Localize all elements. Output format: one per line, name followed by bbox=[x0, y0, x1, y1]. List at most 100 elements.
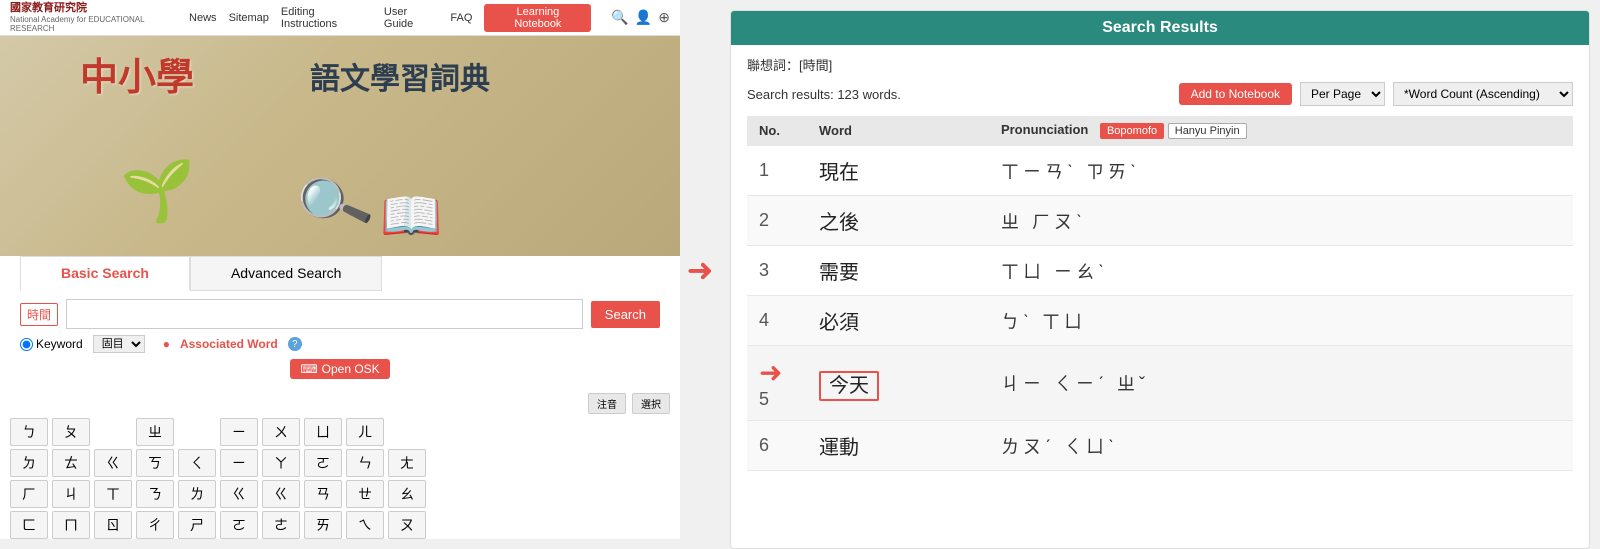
cell-no: 4 bbox=[747, 296, 807, 346]
key-l[interactable]: ㄌ bbox=[178, 480, 216, 508]
nav-userguide[interactable]: User Guide bbox=[384, 6, 438, 30]
key-a[interactable]: ㄚ bbox=[262, 449, 300, 477]
hero-title-dark: 語文學習詞典 bbox=[310, 54, 490, 98]
tab-advanced[interactable]: Advanced Search bbox=[190, 256, 383, 291]
key-ai[interactable]: ㄞ bbox=[304, 511, 342, 539]
table-row[interactable]: 6運動ㄌㄡˊ ㄑㄩˋ bbox=[747, 421, 1573, 471]
table-row[interactable]: 1現在ㄒㄧㄢˋ ㄗㄞˋ bbox=[747, 146, 1573, 196]
learning-notebook-btn[interactable]: Learning Notebook bbox=[484, 4, 591, 32]
cell-word[interactable]: 之後 bbox=[807, 196, 989, 246]
key-e2[interactable]: ㄜ bbox=[262, 511, 300, 539]
hero-title-red: 中小學 bbox=[80, 46, 194, 101]
tab-basic[interactable]: Basic Search bbox=[20, 256, 190, 291]
search-button[interactable]: Search bbox=[591, 301, 660, 328]
search-area: Basic Search Advanced Search 時間 Search K… bbox=[0, 256, 680, 389]
nav-sitemap[interactable]: Sitemap bbox=[229, 12, 269, 24]
open-osk-btn[interactable]: ⌨ Open OSK bbox=[290, 359, 389, 379]
key-g[interactable]: ㄍ bbox=[94, 449, 132, 477]
key-en[interactable]: ㄣ bbox=[346, 449, 384, 477]
user-icon[interactable]: 👤 bbox=[635, 9, 652, 26]
key-empty-2 bbox=[178, 418, 216, 446]
keyboard-icon: ⌨ bbox=[300, 362, 317, 376]
table-row[interactable]: 4必須ㄅˋ ㄒㄩ bbox=[747, 296, 1573, 346]
key-yi2[interactable]: ㄧ bbox=[220, 449, 258, 477]
cell-pronunciation: ㄌㄡˊ ㄑㄩˋ bbox=[989, 421, 1573, 471]
cell-word[interactable]: 運動 bbox=[807, 421, 989, 471]
key-er[interactable]: ㄦ bbox=[346, 418, 384, 446]
key-j[interactable]: ㄐ bbox=[52, 480, 90, 508]
keyboard-area: 注音 選択 ㄅ ㄆ ㄓ ㄧ ㄨ ㄩ ㄦ ㄉ ㄊ ㄍ ㄎ ㄑ ㄧ ㄚ ㄛ ㄣ ㄤ bbox=[0, 389, 680, 539]
results-body: 聯想詞：[時間] Search results: 123 words. Add … bbox=[731, 45, 1589, 548]
key-m[interactable]: ㄇ bbox=[52, 511, 90, 539]
key-wu[interactable]: ㄨ bbox=[262, 418, 300, 446]
kbd-row-1: ㄅ ㄆ ㄓ ㄧ ㄨ ㄩ ㄦ bbox=[10, 418, 670, 446]
key-yi1[interactable]: ㄧ bbox=[220, 418, 258, 446]
key-k[interactable]: ㄎ bbox=[136, 449, 174, 477]
key-g3[interactable]: ㄍ bbox=[262, 480, 300, 508]
logo: 國家教育研究院 National Academy for EDUCATIONAL… bbox=[10, 2, 189, 33]
key-q[interactable]: ㄑ bbox=[178, 449, 216, 477]
search-input[interactable] bbox=[66, 299, 583, 329]
cell-pronunciation: ㄅˋ ㄒㄩ bbox=[989, 296, 1573, 346]
cell-word[interactable]: 今天 bbox=[807, 346, 989, 421]
keyword-select[interactable]: 固目 bbox=[93, 335, 145, 353]
key-b[interactable]: ㄅ bbox=[10, 418, 48, 446]
key-ch[interactable]: ㄔ bbox=[136, 511, 174, 539]
book-icon: 📖 bbox=[380, 187, 442, 246]
sort-select[interactable]: *Word Count (Ascending) bbox=[1393, 82, 1573, 106]
key-ao[interactable]: ㄠ bbox=[388, 480, 426, 508]
pinyin-btn[interactable]: Hanyu Pinyin bbox=[1168, 123, 1247, 139]
key-d[interactable]: ㄉ bbox=[10, 449, 48, 477]
key-ei[interactable]: ㄟ bbox=[346, 511, 384, 539]
row-arrow-icon: ➜ bbox=[759, 356, 782, 389]
key-x[interactable]: ㄒ bbox=[94, 480, 132, 508]
table-row[interactable]: 2之後ㄓ ㄏㄡˋ bbox=[747, 196, 1573, 246]
assoc-word-label: Associated Word bbox=[180, 337, 278, 351]
key-g2[interactable]: ㄍ bbox=[220, 480, 258, 508]
key-sh[interactable]: ㄕ bbox=[178, 511, 216, 539]
key-ou[interactable]: ㄡ bbox=[388, 511, 426, 539]
search-options: Keyword 固目 ● Associated Word ? bbox=[20, 335, 660, 353]
key-ang[interactable]: ㄤ bbox=[388, 449, 426, 477]
select-btn[interactable]: 選択 bbox=[632, 393, 670, 414]
magnifier-icon: 🔍 bbox=[291, 161, 378, 246]
nav-faq[interactable]: FAQ bbox=[450, 12, 472, 24]
key-t[interactable]: ㄊ bbox=[52, 449, 90, 477]
cell-word[interactable]: 必須 bbox=[807, 296, 989, 346]
bopomofo-btn[interactable]: Bopomofo bbox=[1100, 123, 1164, 139]
key-h[interactable]: ㄏ bbox=[10, 480, 48, 508]
right-arrow-icon: ➜ bbox=[687, 251, 714, 289]
col-word: Word bbox=[807, 116, 989, 146]
key-o[interactable]: ㄛ bbox=[304, 449, 342, 477]
key-p[interactable]: ㄆ bbox=[52, 418, 90, 446]
results-table: No. Word Pronunciation Bopomofo Hanyu Pi… bbox=[747, 116, 1573, 471]
cell-word[interactable]: 需要 bbox=[807, 246, 989, 296]
cell-no: 3 bbox=[747, 246, 807, 296]
word-highlighted: 今天 bbox=[819, 371, 879, 401]
help-icon[interactable]: ? bbox=[288, 337, 302, 351]
keyword-radio[interactable]: Keyword bbox=[20, 337, 83, 351]
search-row: 時間 Search bbox=[20, 299, 660, 329]
cell-word[interactable]: 現在 bbox=[807, 146, 989, 196]
key-zh[interactable]: ㄓ bbox=[136, 418, 174, 446]
plus-icon[interactable]: ⊕ bbox=[658, 9, 670, 26]
cell-no: 1 bbox=[747, 146, 807, 196]
add-notebook-btn[interactable]: Add to Notebook bbox=[1179, 83, 1292, 105]
nav-editing[interactable]: Editing Instructions bbox=[281, 6, 372, 30]
table-row[interactable]: 3需要ㄒㄩ ㄧㄠˋ bbox=[747, 246, 1573, 296]
table-row[interactable]: ➜5今天ㄐㄧ ㄑㄧˊ ㄓˇ bbox=[747, 346, 1573, 421]
key-n[interactable]: ㄋ bbox=[136, 480, 174, 508]
results-header: Search Results bbox=[731, 11, 1589, 45]
key-yu[interactable]: ㄩ bbox=[304, 418, 342, 446]
key-f[interactable]: ㄈ bbox=[10, 511, 48, 539]
search-icon[interactable]: 🔍 bbox=[611, 9, 628, 26]
key-e[interactable]: ㄝ bbox=[346, 480, 384, 508]
note-btn[interactable]: 注音 bbox=[588, 393, 626, 414]
key-o2[interactable]: ㄛ bbox=[220, 511, 258, 539]
cell-pronunciation: ㄒㄧㄢˋ ㄗㄞˋ bbox=[989, 146, 1573, 196]
nav-news[interactable]: News bbox=[189, 12, 217, 24]
cell-no: ➜5 bbox=[747, 346, 807, 421]
key-an[interactable]: ㄢ bbox=[304, 480, 342, 508]
per-page-select[interactable]: Per Page bbox=[1300, 82, 1385, 106]
key-r[interactable]: ㄖ bbox=[94, 511, 132, 539]
